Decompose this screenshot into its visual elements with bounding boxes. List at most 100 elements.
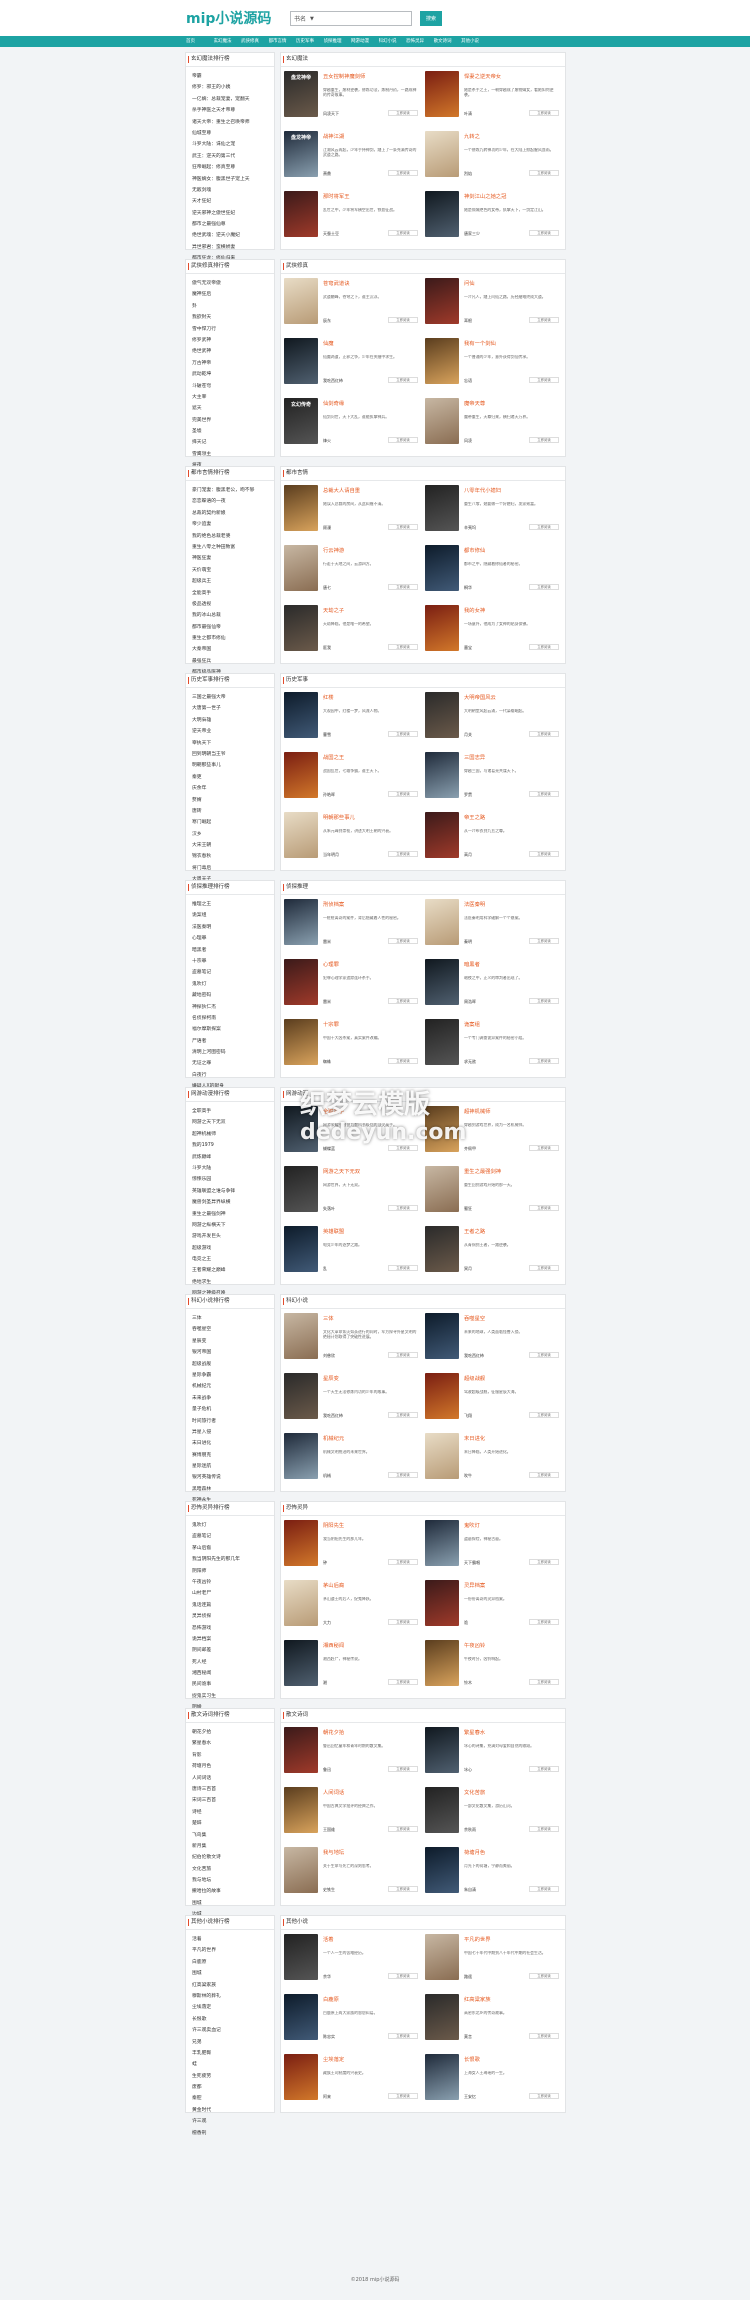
book-title[interactable]: 文化苦旅 bbox=[464, 1788, 559, 1796]
ranking-item[interactable]: 斗罗大陆 bbox=[186, 1163, 274, 1174]
book-title[interactable]: 红楼 bbox=[323, 693, 418, 701]
ranking-item[interactable]: 鬼吹灯 bbox=[186, 1520, 274, 1531]
book-title[interactable]: 诡案组 bbox=[464, 1020, 559, 1028]
book-cover[interactable] bbox=[284, 692, 318, 738]
ranking-item[interactable]: 王者荣耀之巅峰 bbox=[186, 1265, 274, 1276]
ranking-item[interactable]: 逆天帝业 bbox=[186, 726, 274, 737]
book-title[interactable]: 末日进化 bbox=[464, 1434, 559, 1442]
ranking-item[interactable]: 湘西秘闻 bbox=[186, 1668, 274, 1679]
read-button[interactable]: 立即阅读 bbox=[388, 791, 418, 797]
ranking-item[interactable]: 藏地密码 bbox=[186, 990, 274, 1001]
ranking-item[interactable]: 恋恋蝶语的一夜 bbox=[186, 496, 274, 507]
book-cover[interactable] bbox=[284, 605, 318, 651]
ranking-item[interactable]: 丰乳肥臀 bbox=[186, 2048, 274, 2059]
ranking-item[interactable]: 长恨歌 bbox=[186, 2014, 274, 2025]
ranking-item[interactable]: 山村老尸 bbox=[186, 1588, 274, 1599]
book-title[interactable]: 仙魔 bbox=[323, 339, 418, 347]
ranking-item[interactable]: 朝花夕拾 bbox=[186, 1727, 274, 1738]
book-cover[interactable] bbox=[425, 2054, 459, 2100]
ranking-item[interactable]: 午夜凶铃 bbox=[186, 1577, 274, 1588]
book-cover[interactable] bbox=[284, 1847, 318, 1893]
ranking-item[interactable]: 宋词三百首 bbox=[186, 1795, 274, 1806]
read-button[interactable]: 立即阅读 bbox=[388, 524, 418, 530]
ranking-item[interactable]: 修罗：邪王的小姨 bbox=[186, 82, 274, 93]
ranking-item[interactable]: 三体 bbox=[186, 1313, 274, 1324]
ranking-item[interactable]: 秦吏 bbox=[186, 772, 274, 783]
search-input[interactable]: 书名 ▼ bbox=[290, 11, 412, 26]
book-title[interactable]: 暗黑者 bbox=[464, 960, 559, 968]
ranking-item[interactable]: 机械纪元 bbox=[186, 1381, 274, 1392]
category-title[interactable]: 武侠修真 bbox=[281, 260, 565, 274]
read-button[interactable]: 立即阅读 bbox=[529, 1352, 559, 1358]
book-cover[interactable] bbox=[425, 1019, 459, 1065]
book-cover[interactable] bbox=[284, 1373, 318, 1419]
ranking-item[interactable]: 星际争霸 bbox=[186, 1370, 274, 1381]
ranking-item[interactable]: 卦 bbox=[186, 301, 274, 312]
category-title[interactable]: 散文诗词 bbox=[281, 1709, 565, 1723]
book-cover[interactable] bbox=[284, 899, 318, 945]
read-button[interactable]: 立即阅读 bbox=[388, 1559, 418, 1565]
read-button[interactable]: 立即阅读 bbox=[529, 1265, 559, 1271]
book-title[interactable]: 荷塘月色 bbox=[464, 1848, 559, 1856]
nav-item[interactable]: 侦探推理 bbox=[324, 36, 352, 47]
ranking-item[interactable]: 遮天 bbox=[186, 403, 274, 414]
ranking-item[interactable]: 英雄联盟之谁与争锋 bbox=[186, 1186, 274, 1197]
book-title[interactable]: 刑侦档案 bbox=[323, 900, 418, 908]
read-button[interactable]: 立即阅读 bbox=[529, 1766, 559, 1772]
book-cover[interactable] bbox=[425, 1433, 459, 1479]
read-button[interactable]: 立即阅读 bbox=[388, 1973, 418, 1979]
book-cover[interactable] bbox=[284, 1520, 318, 1566]
ranking-item[interactable]: 黄金时代 bbox=[186, 2105, 274, 2116]
ranking-item[interactable]: 天才狂妃 bbox=[186, 196, 274, 207]
ranking-item[interactable]: 绝地求生 bbox=[186, 1277, 274, 1288]
category-title[interactable]: 历史军事 bbox=[281, 674, 565, 688]
ranking-item[interactable]: 雪中悍刀行 bbox=[186, 324, 274, 335]
book-title[interactable]: 战国之王 bbox=[323, 753, 418, 761]
ranking-item[interactable]: 绝世武神 bbox=[186, 346, 274, 357]
ranking-item[interactable]: 星际迷航 bbox=[186, 1461, 274, 1472]
ranking-item[interactable]: 红高粱家族 bbox=[186, 1980, 274, 1991]
book-cover[interactable] bbox=[425, 191, 459, 237]
read-button[interactable]: 立即阅读 bbox=[388, 938, 418, 944]
ranking-item[interactable]: 我当阴阳先生的那几年 bbox=[186, 1554, 274, 1565]
read-button[interactable]: 立即阅读 bbox=[529, 938, 559, 944]
ranking-item[interactable]: 围城 bbox=[186, 1898, 274, 1909]
ranking-item[interactable]: 文化苦旅 bbox=[186, 1864, 274, 1875]
read-button[interactable]: 立即阅读 bbox=[388, 1886, 418, 1892]
read-button[interactable]: 立即阅读 bbox=[388, 437, 418, 443]
ranking-item[interactable]: 回到明朝当王爷 bbox=[186, 749, 274, 760]
ranking-item[interactable]: 唐砖 bbox=[186, 806, 274, 817]
book-cover[interactable] bbox=[425, 545, 459, 591]
ranking-item[interactable]: 惊悚乐园 bbox=[186, 1174, 274, 1185]
ranking-item[interactable]: 斗罗大陆：诛仙之宠 bbox=[186, 139, 274, 150]
book-title[interactable]: 魔帝天尊 bbox=[464, 399, 559, 407]
book-cover[interactable] bbox=[425, 1580, 459, 1626]
read-button[interactable]: 立即阅读 bbox=[529, 2093, 559, 2099]
book-title[interactable]: 活着 bbox=[323, 1935, 418, 1943]
read-button[interactable]: 立即阅读 bbox=[388, 1472, 418, 1478]
book-title[interactable]: 长恨歌 bbox=[464, 2055, 559, 2063]
book-title[interactable]: 人间词话 bbox=[323, 1788, 418, 1796]
ranking-item[interactable]: 杀手神医之天才帝尊 bbox=[186, 105, 274, 116]
ranking-item[interactable]: 超神机械师 bbox=[186, 1129, 274, 1140]
book-cover[interactable] bbox=[284, 1313, 318, 1359]
ranking-item[interactable]: 恐怖游戏 bbox=[186, 1623, 274, 1634]
read-button[interactable]: 立即阅读 bbox=[388, 584, 418, 590]
ranking-item[interactable]: 兄弟 bbox=[186, 2037, 274, 2048]
book-title[interactable]: 英雄联盟 bbox=[323, 1227, 418, 1235]
book-title[interactable]: 大明帝国风云 bbox=[464, 693, 559, 701]
read-button[interactable]: 立即阅读 bbox=[388, 2093, 418, 2099]
book-cover[interactable] bbox=[425, 278, 459, 324]
book-cover[interactable] bbox=[425, 1313, 459, 1359]
book-title[interactable]: 午夜凶铃 bbox=[464, 1641, 559, 1649]
book-cover[interactable] bbox=[284, 1640, 318, 1686]
ranking-item[interactable]: 我欲封天 bbox=[186, 312, 274, 323]
book-title[interactable]: 灵异档案 bbox=[464, 1581, 559, 1589]
read-button[interactable]: 立即阅读 bbox=[529, 1679, 559, 1685]
read-button[interactable]: 立即阅读 bbox=[388, 1619, 418, 1625]
ranking-item[interactable]: 寒门崛起 bbox=[186, 817, 274, 828]
book-cover[interactable] bbox=[425, 1994, 459, 2040]
category-title[interactable]: 恐怖灵异 bbox=[281, 1502, 565, 1516]
read-button[interactable]: 立即阅读 bbox=[529, 1826, 559, 1832]
ranking-item[interactable]: 网游之天下无双 bbox=[186, 1117, 274, 1128]
